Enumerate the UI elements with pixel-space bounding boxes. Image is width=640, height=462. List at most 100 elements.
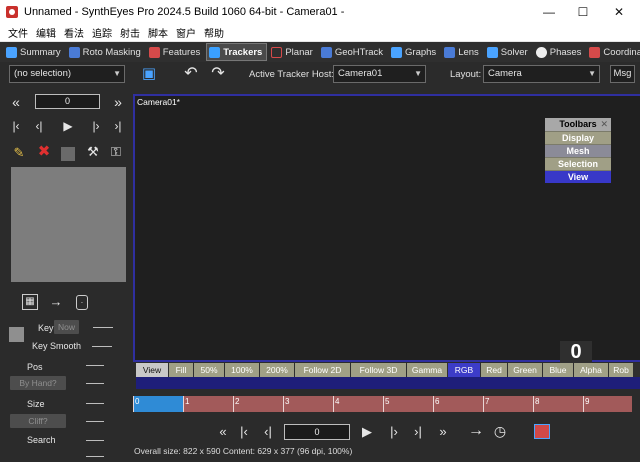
timeline-frame-label: 5 [385,397,390,406]
viewport-title: Camera01* [137,97,180,107]
magic-wand-icon[interactable]: ✎ [11,146,27,159]
tracker-type-icon[interactable] [61,147,75,161]
hammer-icon[interactable]: ⚒ [85,145,101,158]
search-value[interactable] [86,440,104,441]
timeline[interactable]: 0 1 2 3 4 5 6 7 8 9 [133,396,632,412]
toolbar-mesh[interactable]: Mesh [545,144,611,157]
rewind-icon[interactable]: « [8,95,24,109]
arrow-right-icon[interactable]: → [466,423,486,439]
chevron-down-icon: ▼ [588,69,596,78]
follow-2d-button[interactable]: Follow 2D [295,363,350,377]
play-icon[interactable]: ▶ [360,425,374,439]
go-to-start-icon[interactable]: |‹ [236,425,252,439]
step-back-icon[interactable]: ‹| [260,425,276,439]
zoom-100-button[interactable]: 100% [225,363,259,377]
tracker-host-dropdown[interactable]: Camera01 ▼ [333,65,426,83]
zoom-200-button[interactable]: 200% [260,363,294,377]
tab-planar[interactable]: Planar [269,43,316,61]
go-to-end-icon[interactable]: ›| [110,120,126,132]
color-swatch[interactable] [9,327,24,342]
follow-3d-button[interactable]: Follow 3D [351,363,406,377]
tab-roto-masking[interactable]: Roto Masking [67,43,145,61]
size-value[interactable] [86,403,104,404]
undo-icon[interactable]: ↶ [182,66,200,82]
timeline-frame-label: 3 [285,397,290,406]
planar-icon [271,46,283,58]
toolbar-view[interactable]: View [545,170,611,183]
pos-value[interactable] [86,365,104,366]
fill-button[interactable]: Fill [169,363,193,377]
key-smooth-value[interactable] [92,346,112,347]
close-icon[interactable]: ✕ [600,118,608,131]
arrow-right-icon[interactable]: → [48,295,64,308]
alpha-button[interactable]: Alpha [574,363,608,377]
tab-features[interactable]: Features [147,43,205,61]
fast-forward-icon[interactable]: » [110,95,126,109]
close-button[interactable]: ✕ [596,0,640,24]
green-button[interactable]: Green [508,363,542,377]
rgb-button[interactable]: RGB [448,363,480,377]
save-icon[interactable]: ▣ [141,65,157,82]
zoom-50-button[interactable]: 50% [194,363,224,377]
redo-icon[interactable]: ↷ [209,66,227,82]
frame-number-field[interactable]: 0 [35,94,100,109]
step-forward-icon[interactable]: |› [386,425,402,439]
go-to-start-icon[interactable]: |‹ [8,120,24,132]
tab-summary[interactable]: Summary [4,43,65,61]
rewind-icon[interactable]: « [214,425,232,439]
fast-forward-icon[interactable]: » [434,425,452,439]
menu-shot[interactable]: 射击 [116,25,144,40]
go-to-end-icon[interactable]: ›| [410,425,426,439]
timeline-frame-label: 1 [185,397,190,406]
delete-icon[interactable]: ✖ [36,144,52,159]
toolbar-display[interactable]: Display [545,131,611,144]
lens-icon [444,46,456,58]
pos-value-2[interactable] [86,383,104,384]
now-button[interactable]: Now [54,320,79,334]
tab-lens[interactable]: Lens [442,43,483,61]
msg-button[interactable]: Msg [610,65,635,83]
tab-solver[interactable]: Solver [485,43,532,61]
by-hand-button[interactable]: By Hand? [10,376,66,390]
menu-window[interactable]: 窗户 [172,25,200,40]
tab-graphs[interactable]: Graphs [389,43,440,61]
play-icon[interactable]: ▶ [60,120,76,132]
solver-icon [486,46,498,58]
room-tabs: Summary Roto Masking Features Trackers P… [0,42,640,62]
playback-frame-field[interactable]: 0 [284,424,350,440]
render-icon[interactable] [534,424,550,439]
step-forward-icon[interactable]: |› [88,120,104,132]
menu-help[interactable]: 帮助 [200,25,228,40]
gamma-button[interactable]: Gamma [407,363,447,377]
toolbar-selection[interactable]: Selection [545,157,611,170]
blue-button[interactable]: Blue [543,363,573,377]
menu-edit[interactable]: 编辑 [32,25,60,40]
timeline-frame-label: 8 [535,397,540,406]
tab-coordinate[interactable]: Coordina [587,43,640,61]
menu-script[interactable]: 脚本 [144,25,172,40]
layout-dropdown[interactable]: Camera ▼ [483,65,600,83]
tracker-preview[interactable] [11,167,126,282]
rob-button[interactable]: Rob [609,363,633,377]
lock-icon[interactable]: ⚿ [108,145,124,158]
search-value-2[interactable] [86,456,104,457]
features-icon [148,46,160,58]
tab-geohtrack[interactable]: GeoHTrack [319,43,387,61]
menu-view[interactable]: 看法 [60,25,88,40]
key-value[interactable] [93,327,113,328]
selection-dropdown[interactable]: (no selection) ▼ [9,65,125,83]
menu-track[interactable]: 追踪 [88,25,116,40]
main-toolbar: (no selection) ▼ ▣ ↶ ↷ Active Tracker Hos… [0,62,640,86]
tab-trackers[interactable]: Trackers [206,43,268,61]
menu-file[interactable]: 文件 [4,25,32,40]
view-button[interactable]: View [136,363,168,377]
grid-icon[interactable]: ▦ [22,294,38,310]
tab-phases[interactable]: Phases [534,43,586,61]
step-back-icon[interactable]: ‹| [31,120,47,132]
cliff-button[interactable]: Cliff? [10,414,66,428]
clock-icon[interactable]: ◷ [492,424,508,438]
layout-label: Layout: [450,69,482,80]
red-button[interactable]: Red [481,363,507,377]
device-icon[interactable]: · [76,295,88,310]
size-value-2[interactable] [86,421,104,422]
